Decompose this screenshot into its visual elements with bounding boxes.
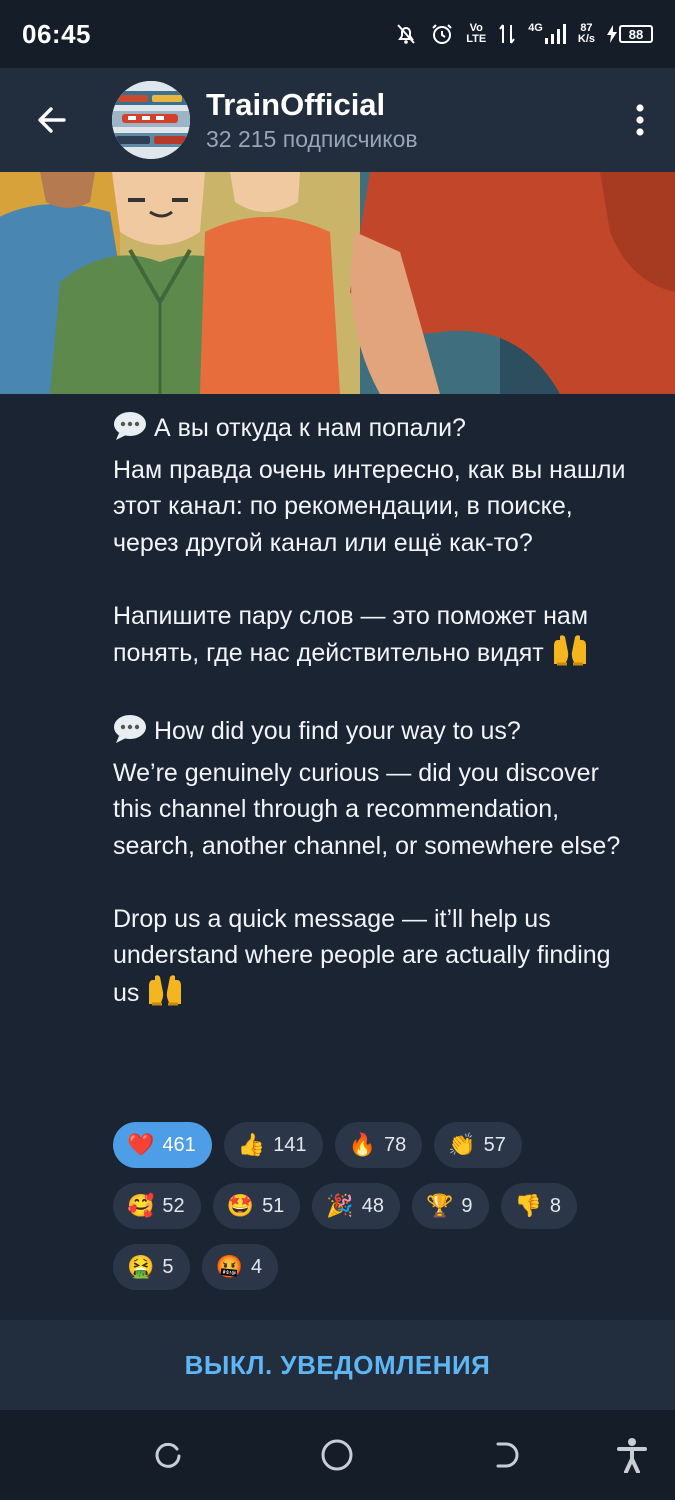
reaction-count: 57	[483, 1133, 506, 1156]
recents-button[interactable]	[143, 1430, 193, 1480]
subscriber-count: 32 215 подписчиков	[206, 126, 418, 152]
reactions-row: 🥰 52 🤩 51 🎉 48 🏆 9 👎 8	[113, 1183, 633, 1229]
data-transfer-icon	[499, 24, 515, 44]
speech-balloon-icon	[113, 714, 147, 755]
reaction-count: 48	[361, 1194, 384, 1217]
back-nav-icon	[496, 1442, 519, 1468]
status-time: 06:45	[22, 18, 91, 49]
back-button[interactable]	[0, 68, 104, 172]
heart-icon: ❤️	[127, 1132, 155, 1157]
reaction-count: 51	[262, 1194, 285, 1217]
accessibility-button[interactable]	[607, 1430, 657, 1480]
speech-balloon-icon	[113, 411, 147, 452]
en-paragraph-2: Drop us a quick message — it’ll help us …	[113, 901, 633, 1017]
home-button[interactable]	[312, 1430, 362, 1480]
thumbs-up-icon: 👍	[237, 1132, 266, 1157]
smiling-hearts-icon: 🥰	[127, 1193, 155, 1218]
reaction-thumbs-up[interactable]: 👍 141	[223, 1122, 323, 1168]
thumbs-down-icon: 👎	[514, 1193, 542, 1218]
post-image[interactable]	[0, 172, 675, 394]
reaction-count: 8	[549, 1194, 562, 1217]
reaction-clap[interactable]: 👏 57	[434, 1122, 522, 1168]
reaction-thumbs-down[interactable]: 👎 8	[500, 1183, 578, 1229]
channel-info[interactable]: TrainOfficial 32 215 подписчиков	[206, 86, 418, 154]
post-text: А вы откуда к нам попали? Нам правда оче…	[113, 410, 633, 1016]
reaction-count: 9	[461, 1194, 473, 1217]
reaction-count: 141	[273, 1133, 307, 1156]
cursing-face-icon: 🤬	[215, 1254, 243, 1279]
mute-notifications-button[interactable]: ВЫКЛ. УВЕДОМЛЕНИЯ	[0, 1320, 675, 1410]
ru-paragraph-2: Напишите пару слов — это поможет нам пон…	[113, 598, 633, 677]
status-bar: 06:45 Vo LTE 4G 87 K/s 88	[0, 0, 675, 68]
home-circle-icon	[321, 1439, 353, 1471]
reaction-fire[interactable]: 🔥 78	[334, 1122, 423, 1168]
status-icons: Vo LTE 4G 87 K/s 88	[394, 22, 653, 46]
raising-hands-icon	[146, 974, 184, 1017]
accessibility-icon	[617, 1438, 647, 1473]
arrow-left-icon	[38, 107, 66, 133]
train-logo-icon	[112, 81, 190, 159]
charging-icon	[607, 25, 617, 43]
recents-icon	[155, 1442, 181, 1468]
clapping-hands-icon: 👏	[448, 1132, 476, 1157]
mute-notifications-icon	[397, 24, 415, 44]
reaction-count: 4	[250, 1255, 263, 1278]
alarm-icon	[432, 24, 452, 44]
reaction-cursing[interactable]: 🤬 4	[201, 1244, 279, 1290]
more-vertical-icon	[636, 104, 644, 136]
reaction-count: 461	[162, 1133, 196, 1156]
reaction-star-struck[interactable]: 🤩 51	[212, 1183, 301, 1229]
people-illustration-icon	[0, 172, 675, 394]
reaction-trophy[interactable]: 🏆 9	[411, 1183, 489, 1229]
battery-indicator: 88	[607, 25, 653, 43]
trophy-icon: 🏆	[425, 1193, 454, 1218]
volte-indicator: Vo LTE	[466, 22, 487, 45]
back-nav-button[interactable]	[480, 1430, 530, 1480]
reactions-row: ❤️ 461 👍 141 🔥 78 👏 57	[113, 1122, 633, 1168]
reaction-party[interactable]: 🎉 48	[312, 1183, 400, 1229]
raising-hands-icon	[551, 634, 589, 677]
reaction-count: 52	[162, 1194, 185, 1217]
signal-icon: 4G	[528, 23, 566, 45]
network-speed: 87 K/s	[577, 22, 595, 45]
vomiting-face-icon: 🤮	[127, 1254, 155, 1279]
chat-header: TrainOfficial 32 215 подписчиков	[0, 68, 675, 172]
reaction-count: 78	[383, 1133, 407, 1156]
party-popper-icon: 🎉	[326, 1193, 354, 1218]
en-paragraph-1: How did you find your way to us? We’re g…	[113, 713, 633, 864]
ru-paragraph-1: А вы откуда к нам попали? Нам правда оче…	[113, 410, 633, 561]
system-nav-bar	[0, 1410, 675, 1500]
channel-title: TrainOfficial	[206, 87, 386, 122]
reactions-bar: ❤️ 461 👍 141 🔥 78 👏 57 🥰 52 🤩 51 🎉 48 🏆 …	[113, 1122, 633, 1305]
star-struck-icon: 🤩	[226, 1193, 255, 1218]
reaction-smiling-hearts[interactable]: 🥰 52	[113, 1183, 201, 1229]
reactions-row: 🤮 5 🤬 4	[113, 1244, 633, 1290]
reaction-count: 5	[162, 1255, 174, 1278]
reaction-heart[interactable]: ❤️ 461	[113, 1122, 212, 1168]
reaction-vomit[interactable]: 🤮 5	[113, 1244, 190, 1290]
channel-avatar[interactable]	[112, 81, 190, 159]
mute-label: ВЫКЛ. УВЕДОМЛЕНИЯ	[184, 1349, 491, 1380]
fire-icon: 🔥	[348, 1132, 376, 1157]
battery-level: 88	[619, 25, 653, 43]
more-menu-button[interactable]	[605, 68, 675, 172]
